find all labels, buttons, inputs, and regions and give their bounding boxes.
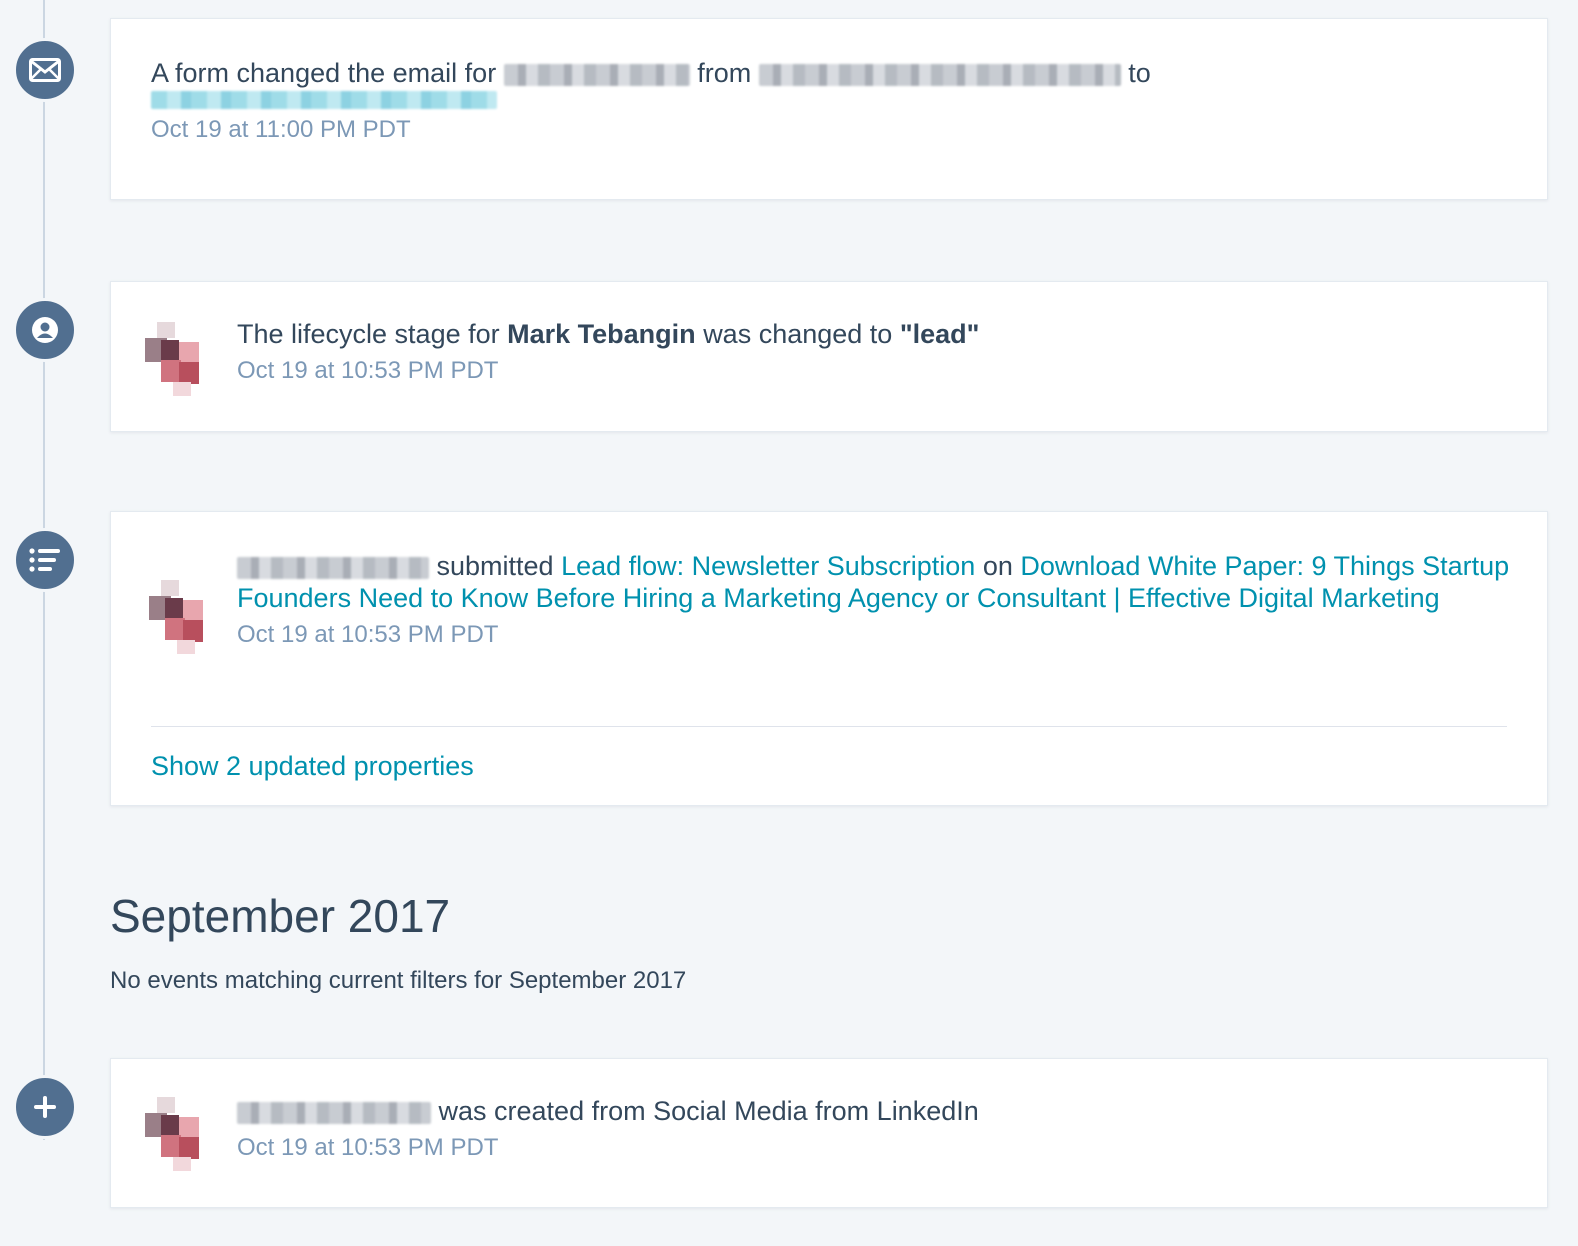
person-icon bbox=[13, 298, 77, 362]
event-text: A form changed the email for from to bbox=[151, 57, 1511, 89]
event-text: The lifecycle stage for Mark Tebangin wa… bbox=[237, 318, 1497, 350]
event-on: on bbox=[982, 551, 1013, 581]
event-timestamp: Oct 19 at 10:53 PM PDT bbox=[237, 621, 499, 648]
event-timestamp: Oct 19 at 10:53 PM PDT bbox=[237, 357, 499, 384]
timeline-page: A form changed the email for from to Oct… bbox=[0, 0, 1578, 1246]
avatar bbox=[143, 1095, 209, 1173]
event-timestamp: Oct 19 at 10:53 PM PDT bbox=[237, 1134, 499, 1161]
event-prefix: The lifecycle stage for bbox=[237, 319, 500, 349]
redacted-new-email-link[interactable] bbox=[151, 91, 497, 109]
event-card-form-submission: submitted Lead flow: Newsletter Subscrip… bbox=[110, 511, 1548, 806]
redacted-contact-name bbox=[237, 1101, 431, 1124]
redacted-contact-name bbox=[237, 556, 429, 579]
event-suffix: to bbox=[1128, 58, 1151, 88]
avatar bbox=[143, 320, 209, 398]
event-card-lifecycle: The lifecycle stage for Mark Tebangin wa… bbox=[110, 281, 1548, 432]
event-verb: submitted bbox=[436, 551, 554, 581]
event-description: was created from Social Media from Linke… bbox=[438, 1096, 979, 1126]
event-mid: from bbox=[697, 58, 752, 88]
event-prefix: A form changed the email for bbox=[151, 58, 497, 88]
event-card-contact-created: was created from Social Media from Linke… bbox=[110, 1058, 1548, 1208]
envelope-icon bbox=[13, 38, 77, 102]
lifecycle-stage: "lead" bbox=[899, 319, 980, 349]
show-updated-properties-link[interactable]: Show 2 updated properties bbox=[151, 750, 474, 782]
event-mid: was changed to bbox=[703, 319, 893, 349]
month-title: September 2017 bbox=[110, 890, 451, 942]
event-timestamp: Oct 19 at 11:00 PM PDT bbox=[151, 116, 411, 144]
redacted-contact-name bbox=[503, 63, 690, 86]
form-list-icon bbox=[13, 528, 77, 592]
avatar bbox=[147, 578, 213, 656]
month-empty-note: No events matching current filters for S… bbox=[110, 967, 687, 994]
form-link[interactable]: Lead flow: Newsletter Subscription bbox=[561, 551, 975, 581]
card-divider bbox=[151, 726, 1507, 727]
event-text: was created from Social Media from Linke… bbox=[237, 1095, 1497, 1127]
event-card-email-change: A form changed the email for from to Oct… bbox=[110, 18, 1548, 200]
plus-icon bbox=[13, 1075, 77, 1139]
contact-name: Mark Tebangin bbox=[507, 319, 696, 349]
event-text: submitted Lead flow: Newsletter Subscrip… bbox=[237, 550, 1517, 614]
redacted-old-email bbox=[758, 63, 1121, 86]
